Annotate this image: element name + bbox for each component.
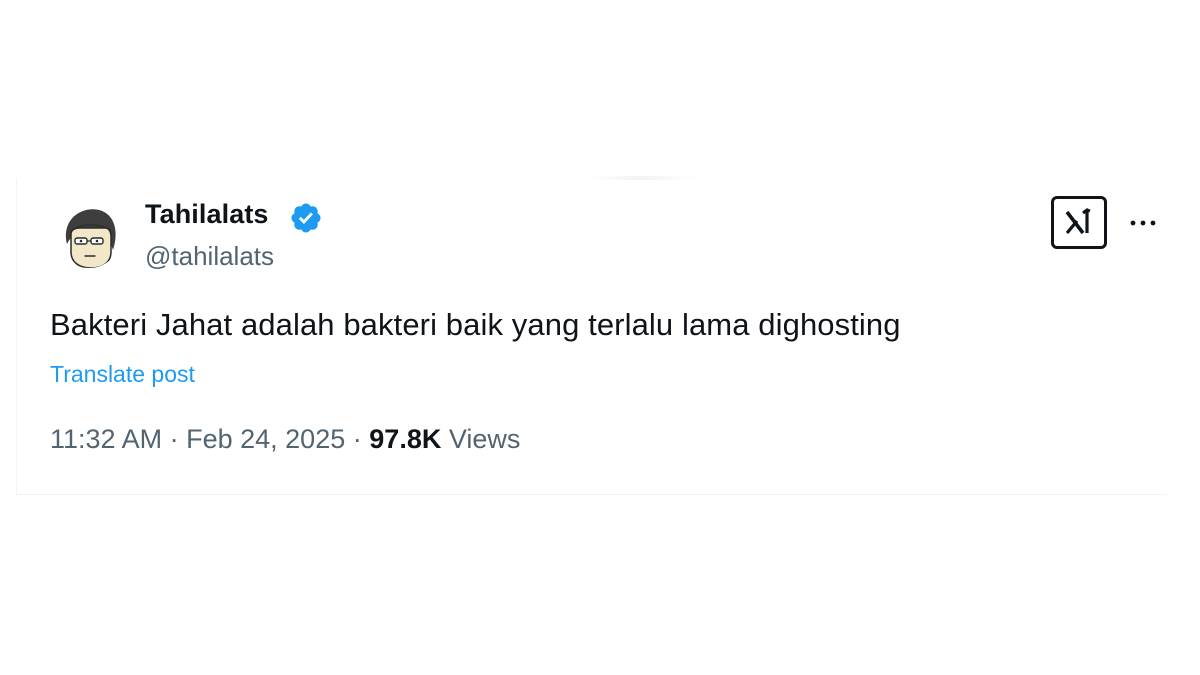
verified-badge-icon <box>291 203 321 233</box>
tweet-date[interactable]: Feb 24, 2025 <box>186 424 345 454</box>
more-horizontal-icon <box>1130 220 1156 226</box>
x-logo-icon <box>1065 208 1091 235</box>
views-label: Views <box>448 424 521 454</box>
avatar[interactable] <box>57 204 121 268</box>
avatar-face-icon <box>57 204 121 268</box>
x-logo-button[interactable] <box>1051 196 1107 249</box>
tweet-meta-row: 11:32 AM · Feb 24, 2025 · 97.8K Views <box>50 424 520 455</box>
tweet-time[interactable]: 11:32 AM <box>50 424 162 454</box>
tweet-text: Bakteri Jahat adalah bakteri baik yang t… <box>50 307 901 342</box>
card-top-divider <box>587 176 697 180</box>
tweet-card: Tahilalats @tahilalats Bakteri Jahat ada… <box>16 176 1167 495</box>
meta-separator: · <box>352 424 362 454</box>
views-count[interactable]: 97.8K <box>369 424 441 454</box>
author-display-name[interactable]: Tahilalats <box>145 199 269 230</box>
meta-separator: · <box>169 424 179 454</box>
author-handle[interactable]: @tahilalats <box>145 241 274 272</box>
more-options-button[interactable] <box>1123 206 1163 240</box>
translate-post-link[interactable]: Translate post <box>50 361 195 388</box>
